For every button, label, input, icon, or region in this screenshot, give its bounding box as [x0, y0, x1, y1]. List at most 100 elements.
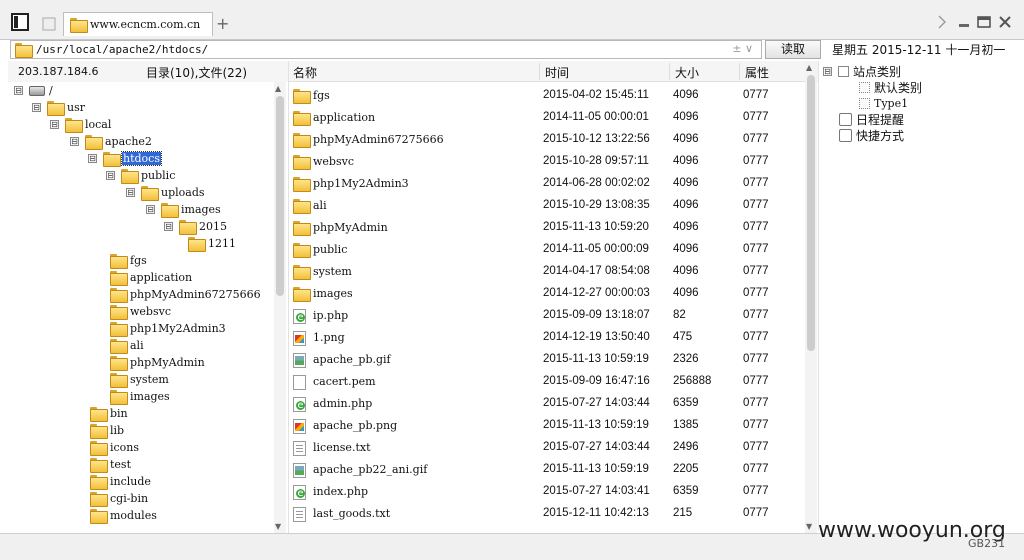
tree-node[interactable]: cgi-bin: [86, 490, 149, 507]
file-time: 2015-07-27 14:03:44: [543, 441, 650, 453]
file-row[interactable]: apache_pb22_ani.gif 2015-11-13 10:59:19 22…: [289, 459, 804, 481]
file-row[interactable]: apache_pb.gif 2015-11-13 10:59:19 2326 0777: [289, 349, 804, 371]
col-attr[interactable]: 属性: [745, 64, 769, 81]
tree-node[interactable]: ⊟ public: [106, 167, 176, 184]
file-row[interactable]: last_goods.txt 2015-12-11 10:42:13 215 0777: [289, 503, 804, 525]
file-row[interactable]: phpMyAdmin 2015-11-13 10:59:20 4096 0777: [289, 217, 804, 239]
minimize-button[interactable]: [954, 12, 974, 32]
panel-toggle-icon[interactable]: [10, 12, 30, 32]
tree-node[interactable]: ⊟ usr: [32, 99, 86, 116]
collapse-icon[interactable]: ⊟: [106, 171, 115, 180]
file-scrollbar[interactable]: ▲ ▼: [805, 61, 817, 533]
file-size: 6359: [673, 397, 699, 409]
scroll-up-icon[interactable]: ▲: [806, 63, 812, 72]
tree-node[interactable]: ⊟ htdocs: [88, 150, 162, 167]
file-size: 4096: [673, 177, 699, 189]
collapse-icon[interactable]: ⊟: [823, 66, 832, 76]
path-input[interactable]: /usr/local/apache2/htdocs/ ± ∨: [10, 40, 762, 59]
file-row[interactable]: admin.php 2015-07-27 14:03:44 6359 0777: [289, 393, 804, 415]
file-row[interactable]: application 2014-11-05 00:00:01 4096 0777: [289, 107, 804, 129]
file-row[interactable]: cacert.pem 2015-09-09 16:47:16 256888 0777: [289, 371, 804, 393]
tree-node[interactable]: ⊟ apache2: [70, 133, 153, 150]
default-category-node[interactable]: 默认类别: [859, 79, 922, 95]
tree-node-label: fgs: [130, 254, 147, 267]
tree-node[interactable]: 1211: [184, 235, 237, 252]
scroll-down-icon[interactable]: ▼: [275, 522, 281, 531]
file-row[interactable]: system 2014-04-17 08:54:08 4096 0777: [289, 261, 804, 283]
add-tab-button[interactable]: +: [216, 14, 229, 33]
site-category-node[interactable]: ⊟ 站点类别: [823, 63, 901, 79]
collapse-icon[interactable]: ⊟: [146, 205, 155, 214]
tree-node[interactable]: lib: [86, 422, 125, 439]
close-button[interactable]: [995, 12, 1015, 32]
maximize-button[interactable]: [974, 12, 994, 32]
tree-node[interactable]: modules: [86, 507, 158, 524]
file-row[interactable]: fgs 2015-04-02 15:45:11 4096 0777: [289, 85, 804, 107]
tree-node[interactable]: test: [86, 456, 132, 473]
file-name: websvc: [313, 155, 354, 168]
collapse-icon[interactable]: ⊟: [32, 103, 41, 112]
new-tab-icon[interactable]: [38, 13, 60, 35]
tree-node[interactable]: bin: [86, 405, 129, 422]
tree-node[interactable]: phpMyAdmin: [106, 354, 206, 371]
file-row[interactable]: ip.php 2015-09-09 13:18:07 82 0777: [289, 305, 804, 327]
file-row[interactable]: apache_pb.png 2015-11-13 10:59:19 1385 0777: [289, 415, 804, 437]
tree-node[interactable]: php1My2Admin3: [106, 320, 227, 337]
tree-node[interactable]: system: [106, 371, 170, 388]
file-size: 4096: [673, 199, 699, 211]
collapse-icon[interactable]: ⊟: [88, 154, 97, 163]
schedule-node[interactable]: 日程提醒: [839, 111, 904, 127]
tree-node[interactable]: icons: [86, 439, 140, 456]
tree-node[interactable]: phpMyAdmin67275666: [106, 286, 262, 303]
tree-node[interactable]: ⊟ images: [146, 201, 222, 218]
file-row[interactable]: index.php 2015-07-27 14:03:41 6359 0777: [289, 481, 804, 503]
path-dropdown-icon[interactable]: ± ∨: [732, 42, 753, 55]
file-row[interactable]: ali 2015-10-29 13:08:35 4096 0777: [289, 195, 804, 217]
file-row[interactable]: phpMyAdmin67275666 2015-10-12 13:22:56 409…: [289, 129, 804, 151]
collapse-icon[interactable]: ⊟: [50, 120, 59, 129]
tree-scrollbar[interactable]: ▲ ▼: [274, 82, 286, 533]
read-button[interactable]: 读取: [765, 40, 821, 59]
tree-node[interactable]: websvc: [106, 303, 172, 320]
collapse-icon[interactable]: ⊟: [164, 222, 173, 231]
col-size[interactable]: 大小: [675, 64, 699, 81]
file-row[interactable]: images 2014-12-27 00:00:03 4096 0777: [289, 283, 804, 305]
folder-icon: [90, 475, 108, 490]
file-row[interactable]: public 2014-11-05 00:00:09 4096 0777: [289, 239, 804, 261]
scroll-thumb[interactable]: [807, 75, 815, 351]
file-row[interactable]: php1My2Admin3 2014-06-28 00:02:02 4096 0777: [289, 173, 804, 195]
tree-node[interactable]: ali: [106, 337, 145, 354]
file-row[interactable]: websvc 2015-10-28 09:57:11 4096 0777: [289, 151, 804, 173]
tree-node[interactable]: ⊟ /: [14, 82, 54, 99]
scroll-down-icon[interactable]: ▼: [806, 522, 812, 531]
chevron-right-icon[interactable]: [932, 12, 952, 32]
tree-node[interactable]: images: [106, 388, 171, 405]
tree-node[interactable]: fgs: [106, 252, 148, 269]
type1-node[interactable]: Type1: [859, 95, 908, 111]
tree-node[interactable]: ⊟ local: [50, 116, 112, 133]
tab-active[interactable]: www.ecncm.com.cn: [63, 12, 213, 36]
collapse-icon[interactable]: ⊟: [70, 137, 79, 146]
tree-node[interactable]: include: [86, 473, 152, 490]
col-name[interactable]: 名称: [293, 64, 317, 81]
file-row[interactable]: license.txt 2015-07-27 14:03:44 2496 0777: [289, 437, 804, 459]
path-bar: /usr/local/apache2/htdocs/ ± ∨ 读取 星期五 20…: [6, 40, 1016, 59]
scroll-thumb[interactable]: [276, 96, 284, 296]
folder-icon: [90, 424, 108, 439]
collapse-icon[interactable]: ⊟: [14, 86, 23, 95]
shortcut-node[interactable]: 快捷方式: [839, 127, 904, 143]
col-time[interactable]: 时间: [545, 64, 569, 81]
file-attr: 0777: [743, 463, 769, 475]
file-time: 2015-11-13 10:59:19: [543, 353, 649, 365]
path-value: /usr/local/apache2/htdocs/: [36, 43, 209, 56]
tree-node[interactable]: ⊟ 2015: [164, 218, 228, 235]
file-attr: 0777: [743, 331, 769, 343]
scroll-up-icon[interactable]: ▲: [275, 84, 281, 93]
collapse-icon[interactable]: ⊟: [126, 188, 135, 197]
tree-node[interactable]: application: [106, 269, 193, 286]
dir-file-count: 目录(10),文件(22): [146, 66, 248, 80]
file-attr: 0777: [743, 177, 769, 189]
file-row[interactable]: 1.png 2014-12-19 13:50:40 475 0777: [289, 327, 804, 349]
tree-node[interactable]: ⊟ uploads: [126, 184, 206, 201]
schedule-label: 日程提醒: [856, 112, 905, 127]
